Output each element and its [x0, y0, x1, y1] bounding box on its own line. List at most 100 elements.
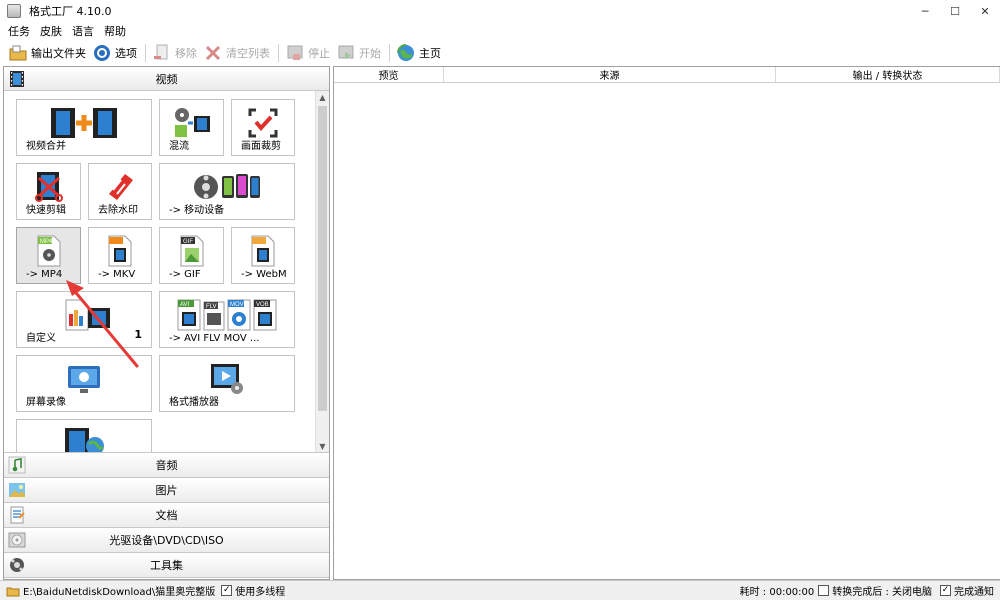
screen-record-icon [17, 362, 151, 396]
maximize-button[interactable]: ☐ [940, 0, 970, 22]
mp4-file-icon: MP4 [17, 234, 80, 268]
remove-button[interactable]: 移除 [152, 42, 197, 64]
scroll-down-arrow-icon[interactable]: ▼ [316, 440, 329, 452]
film-icon [8, 70, 26, 88]
start-button[interactable]: 开始 [336, 42, 381, 64]
window-controls: ─ ☐ ✕ [910, 0, 1000, 22]
home-globe-icon [396, 43, 416, 63]
close-button[interactable]: ✕ [970, 0, 1000, 22]
mobile-device-icon [160, 170, 294, 204]
menu-bar: 任务 皮肤 语言 帮助 [0, 22, 136, 40]
category-video-header[interactable]: 视频 [4, 67, 329, 91]
multithread-checkbox[interactable]: ✓ [221, 585, 233, 596]
tile-format-player[interactable]: 格式播放器 [159, 355, 295, 412]
output-folder-button[interactable]: 输出文件夹 [8, 42, 86, 64]
clear-list-button[interactable]: 清空列表 [203, 42, 270, 64]
video-download-icon [17, 426, 151, 452]
notify-label: 完成通知 [954, 587, 994, 598]
menu-help[interactable]: 帮助 [104, 23, 126, 39]
after-convert-label: 转换完成后 : 关闭电脑 [832, 587, 932, 598]
tile-mobile-device[interactable]: -> 移动设备 [159, 163, 295, 220]
status-bar: E:\BaiduNetdiskDownload\猫里奥完整版 ✓ 使用多线程 耗… [0, 580, 1000, 600]
tool-grid-scrollbar[interactable]: ▲ ▼ [315, 91, 329, 452]
avi-tag-text: AVI [180, 302, 190, 308]
column-preview[interactable]: 预览 [334, 67, 444, 82]
category-panel: 视频 视频合并 混流 画面裁剪 快速剪辑 去除水印 -> 移动设备 MP4 ->… [3, 66, 330, 580]
after-convert-checkbox[interactable] [818, 585, 830, 596]
tile-video-merge[interactable]: 视频合并 [16, 99, 152, 156]
music-note-icon [8, 456, 26, 474]
document-icon [8, 506, 26, 524]
app-icon [7, 4, 21, 18]
tile-quick-edit[interactable]: 快速剪辑 [16, 163, 81, 220]
toolbar-separator [278, 43, 279, 62]
menu-language[interactable]: 语言 [72, 23, 94, 39]
options-button[interactable]: 选项 [92, 42, 137, 64]
column-source[interactable]: 来源 [444, 67, 776, 82]
mux-icon [160, 106, 223, 140]
mkv-file-icon [89, 234, 151, 268]
minimize-button[interactable]: ─ [910, 0, 940, 22]
tile-to-gif[interactable]: GIF -> GIF [159, 227, 224, 284]
menu-task[interactable]: 任务 [8, 23, 30, 39]
video-tool-grid: 视频合并 混流 画面裁剪 快速剪辑 去除水印 -> 移动设备 MP4 -> MP… [4, 91, 329, 453]
stop-icon [285, 43, 305, 63]
toolbar-separator [145, 43, 146, 62]
scroll-thumb[interactable] [318, 106, 327, 411]
output-path[interactable]: E:\BaiduNetdiskDownload\猫里奥完整版 [23, 583, 215, 598]
crop-icon [232, 106, 294, 140]
category-disc-device[interactable]: 光驱设备\DVD\CD\ISO [4, 528, 329, 553]
toolbar-separator [389, 43, 390, 62]
tile-to-mkv[interactable]: -> MKV [88, 227, 152, 284]
flv-tag-text: FLV [206, 304, 217, 310]
tile-custom[interactable]: 自定义 1 [16, 291, 152, 348]
format-player-icon [160, 362, 294, 396]
tile-screen-record[interactable]: 屏幕录像 [16, 355, 152, 412]
quick-edit-scissors-icon [17, 170, 80, 204]
mov-tag-text: MOV [230, 302, 244, 308]
vob-tag-text: VOB [256, 302, 269, 308]
task-table-header: 预览 来源 输出 / 转换状态 [334, 67, 1000, 83]
menu-skin[interactable]: 皮肤 [40, 23, 62, 39]
toolbar: 输出文件夹 选项 移除 清空列表 停止 开始 主页 [0, 40, 1000, 65]
tile-to-avi-flv-mov[interactable]: AVI FLV MOV VOB -> AVI FLV MOV ... [159, 291, 295, 348]
tile-video-download[interactable] [16, 419, 152, 452]
disc-icon [8, 531, 26, 549]
category-audio[interactable]: 音频 [4, 453, 329, 478]
category-picture[interactable]: 图片 [4, 478, 329, 503]
category-toolkit[interactable]: 工具集 [4, 553, 329, 578]
multithread-label: 使用多线程 [235, 587, 286, 598]
column-output-status[interactable]: 输出 / 转换状态 [776, 67, 1000, 82]
picture-landscape-icon [8, 481, 26, 499]
output-path-folder-icon [6, 584, 20, 598]
tile-mux[interactable]: 混流 [159, 99, 224, 156]
watermark-eraser-icon [89, 170, 151, 204]
mp4-tag-text: MP4 [40, 239, 53, 245]
clear-x-icon [203, 43, 223, 63]
avi-flv-mov-icon: AVI FLV MOV VOB [160, 298, 294, 332]
elapsed-time: 耗时 : 00:00:00 [739, 587, 815, 598]
custom-document-icon [17, 298, 151, 332]
scroll-up-arrow-icon[interactable]: ▲ [316, 91, 329, 104]
options-gear-icon [92, 43, 112, 63]
start-icon [336, 43, 356, 63]
tile-to-mp4[interactable]: MP4 -> MP4 [16, 227, 81, 284]
remove-document-icon [152, 43, 172, 63]
folder-icon [8, 43, 28, 63]
home-button[interactable]: 主页 [396, 42, 441, 64]
task-list-panel: 预览 来源 输出 / 转换状态 [333, 66, 1000, 580]
custom-count-badge: 1 [134, 328, 142, 341]
title-bar: 格式工厂 4.10.0 ─ ☐ ✕ [0, 0, 1000, 22]
video-merge-icon [17, 106, 151, 140]
gif-file-icon: GIF [160, 234, 223, 268]
tile-remove-watermark[interactable]: 去除水印 [88, 163, 152, 220]
tile-to-webm[interactable]: -> WebM [231, 227, 295, 284]
category-document[interactable]: 文档 [4, 503, 329, 528]
tile-crop[interactable]: 画面裁剪 [231, 99, 295, 156]
webm-file-icon [232, 234, 294, 268]
toolkit-icon [8, 556, 26, 574]
stop-button[interactable]: 停止 [285, 42, 330, 64]
window-title: 格式工厂 4.10.0 [29, 5, 112, 18]
gif-tag-text: GIF [183, 239, 193, 245]
notify-checkbox[interactable]: ✓ [940, 585, 951, 596]
